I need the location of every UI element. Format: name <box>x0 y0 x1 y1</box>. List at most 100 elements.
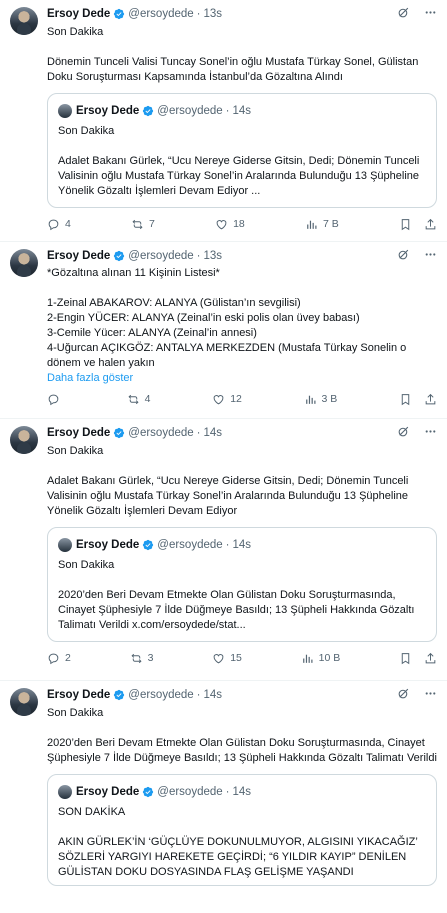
like-button[interactable]: 12 <box>212 393 242 406</box>
share-icon[interactable] <box>424 652 437 665</box>
like-count: 15 <box>230 652 242 664</box>
tweet-text: Son Dakika Dönemin Tunceli Valisi Tuncay… <box>47 26 419 83</box>
separator-dot: · <box>225 786 230 798</box>
tweet-header: Ersoy Dede @ersoydede · 13s <box>47 6 437 22</box>
tweet-header: Ersoy Dede @ersoydede · 14s <box>47 425 437 441</box>
like-count: 12 <box>230 393 242 405</box>
quote-avatar <box>58 785 72 799</box>
separator-dot: · <box>225 105 230 117</box>
author-name[interactable]: Ersoy Dede <box>47 689 110 701</box>
reply-button[interactable]: 4 <box>47 218 71 231</box>
quote-text: Son Dakika 2020’den Beri Devam Etmekte O… <box>58 559 415 631</box>
tweet-header: Ersoy Dede @ersoydede · 13s <box>47 248 437 264</box>
more-dots-icon[interactable] <box>424 425 437 438</box>
repost-count: 3 <box>147 652 154 664</box>
tweet-header: Ersoy Dede @ersoydede · 14s <box>47 687 437 703</box>
quote-author-handle: @ersoydede <box>157 105 223 117</box>
author-handle[interactable]: @ersoydede <box>128 689 193 701</box>
avatar[interactable] <box>10 7 38 35</box>
grok-icon[interactable] <box>397 425 410 438</box>
quote-avatar <box>58 538 72 552</box>
reply-count: 4 <box>65 218 71 230</box>
quote-text: Son Dakika Adalet Bakanı Gürlek, “Ucu Ne… <box>58 125 420 197</box>
repost-icon <box>130 652 143 665</box>
quoted-tweet[interactable]: Ersoy Dede @ersoydede · 14s Son Dakika A… <box>47 93 437 208</box>
heart-icon <box>212 393 225 406</box>
quote-timestamp: 14s <box>232 786 252 798</box>
quote-author-handle: @ersoydede <box>157 786 223 798</box>
timestamp[interactable]: 14s <box>204 689 223 701</box>
reply-button[interactable]: 2 <box>47 652 71 665</box>
repost-button[interactable]: 7 <box>131 218 155 231</box>
verified-badge-icon <box>113 427 125 439</box>
share-icon[interactable] <box>424 393 437 406</box>
repost-icon <box>131 218 144 231</box>
quote-author-name: Ersoy Dede <box>76 105 140 117</box>
quote-author-handle: @ersoydede <box>157 539 223 551</box>
verified-badge-icon <box>113 689 125 701</box>
separator-dot: · <box>225 539 230 551</box>
quote-avatar <box>58 104 72 118</box>
quoted-tweet[interactable]: Ersoy Dede @ersoydede · 14s Son Dakika 2… <box>47 527 437 642</box>
bookmark-icon[interactable] <box>399 393 412 406</box>
verified-badge-icon <box>142 539 154 551</box>
quote-author-name: Ersoy Dede <box>76 786 140 798</box>
avatar[interactable] <box>10 688 38 716</box>
more-dots-icon[interactable] <box>424 248 437 261</box>
avatar[interactable] <box>10 249 38 277</box>
quote-timestamp: 14s <box>232 105 252 117</box>
author-handle[interactable]: @ersoydede <box>128 427 193 439</box>
reply-button[interactable] <box>47 393 65 406</box>
reply-icon <box>47 218 60 231</box>
views-button[interactable]: 10 B <box>301 652 341 665</box>
action-bar: 2 3 15 10 B <box>47 642 437 674</box>
repost-button[interactable]: 3 <box>130 652 154 665</box>
views-icon <box>301 652 314 665</box>
tweet-text: Son Dakika Adalet Bakanı Gürlek, “Ucu Ne… <box>47 445 409 517</box>
tweet[interactable]: Ersoy Dede @ersoydede · 13s Son Dakika D… <box>0 0 447 242</box>
separator-dot: · <box>196 250 201 262</box>
timestamp[interactable]: 13s <box>204 250 223 262</box>
tweet[interactable]: Ersoy Dede @ersoydede · 14s Son Dakika A… <box>0 419 447 681</box>
tweet[interactable]: Ersoy Dede @ersoydede · 13s *Gözaltına a… <box>0 242 447 419</box>
timestamp[interactable]: 13s <box>204 8 223 20</box>
views-button[interactable]: 7 B <box>305 218 339 231</box>
timestamp[interactable]: 14s <box>204 427 223 439</box>
verified-badge-icon <box>142 105 154 117</box>
action-bar: 4 12 3 B <box>47 386 437 412</box>
repost-count: 7 <box>149 218 155 230</box>
more-dots-icon[interactable] <box>424 687 437 700</box>
reply-icon <box>47 393 60 406</box>
like-count: 18 <box>233 218 245 230</box>
repost-button[interactable]: 4 <box>127 393 151 406</box>
like-button[interactable]: 18 <box>215 218 245 231</box>
repost-count: 4 <box>144 393 151 405</box>
author-handle[interactable]: @ersoydede <box>128 250 193 262</box>
author-name[interactable]: Ersoy Dede <box>47 427 110 439</box>
show-more-link[interactable]: Daha fazla göster <box>47 371 437 386</box>
like-button[interactable]: 15 <box>212 652 242 665</box>
bookmark-icon[interactable] <box>399 218 412 231</box>
grok-icon[interactable] <box>397 687 410 700</box>
grok-icon[interactable] <box>397 6 410 19</box>
author-name[interactable]: Ersoy Dede <box>47 8 110 20</box>
separator-dot: · <box>196 689 201 701</box>
view-count: 7 B <box>322 218 339 230</box>
verified-badge-icon <box>142 786 154 798</box>
more-dots-icon[interactable] <box>424 6 437 19</box>
tweet-text: Son Dakika 2020’den Beri Devam Etmekte O… <box>47 707 437 764</box>
quoted-tweet[interactable]: Ersoy Dede @ersoydede · 14s SON DAKİKA A… <box>47 774 437 886</box>
views-button[interactable]: 3 B <box>304 393 337 406</box>
avatar[interactable] <box>10 426 38 454</box>
bookmark-icon[interactable] <box>399 652 412 665</box>
view-count: 10 B <box>318 652 341 664</box>
verified-badge-icon <box>113 8 125 20</box>
author-name[interactable]: Ersoy Dede <box>47 250 110 262</box>
quote-text: SON DAKİKA AKIN GÜRLEK’İN ‘GÜÇLÜYE DOKUN… <box>58 806 418 878</box>
tweet[interactable]: Ersoy Dede @ersoydede · 14s Son Dakika 2… <box>0 681 447 913</box>
quote-author-name: Ersoy Dede <box>76 539 140 551</box>
heart-icon <box>215 218 228 231</box>
share-icon[interactable] <box>424 218 437 231</box>
grok-icon[interactable] <box>397 248 410 261</box>
author-handle[interactable]: @ersoydede <box>128 8 193 20</box>
